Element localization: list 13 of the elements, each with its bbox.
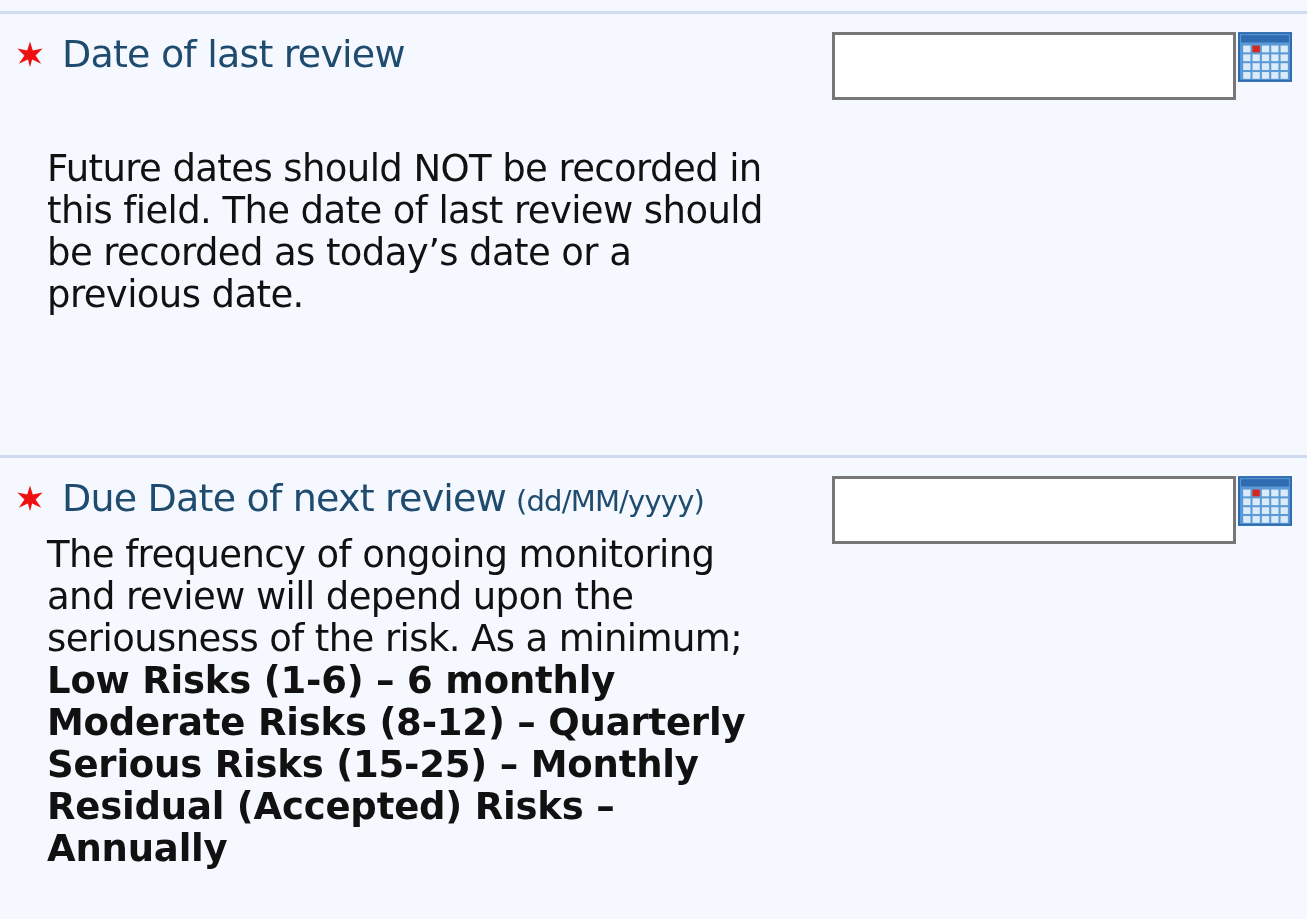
help-text: Future dates should NOT be recorded in this field. The date of last review should be recorded as today’s date or a previous date. (47, 148, 764, 316)
calendar-icon[interactable] (1238, 476, 1292, 526)
format-hint: (dd/MM/yyyy) (515, 484, 705, 518)
help-text: The frequency of ongoing monitoring and review will depend upon the seriousness of the risk. As a minimum; (47, 534, 744, 660)
date-input[interactable] (832, 476, 1236, 544)
help-text: Residual (Accepted) Risks – Annually (47, 786, 616, 870)
date-input[interactable] (832, 32, 1236, 100)
field-label: Date of last review (62, 32, 405, 76)
calendar-icon[interactable] (1238, 32, 1292, 82)
field-label: Due Date of next review (62, 476, 506, 520)
help-text: Moderate Risks (8-12) – Quarterly (47, 702, 747, 744)
help-text: Low Risks (1-6) – 6 monthly (47, 660, 617, 702)
help-text: Serious Risks (15-25) – Monthly (47, 744, 700, 786)
